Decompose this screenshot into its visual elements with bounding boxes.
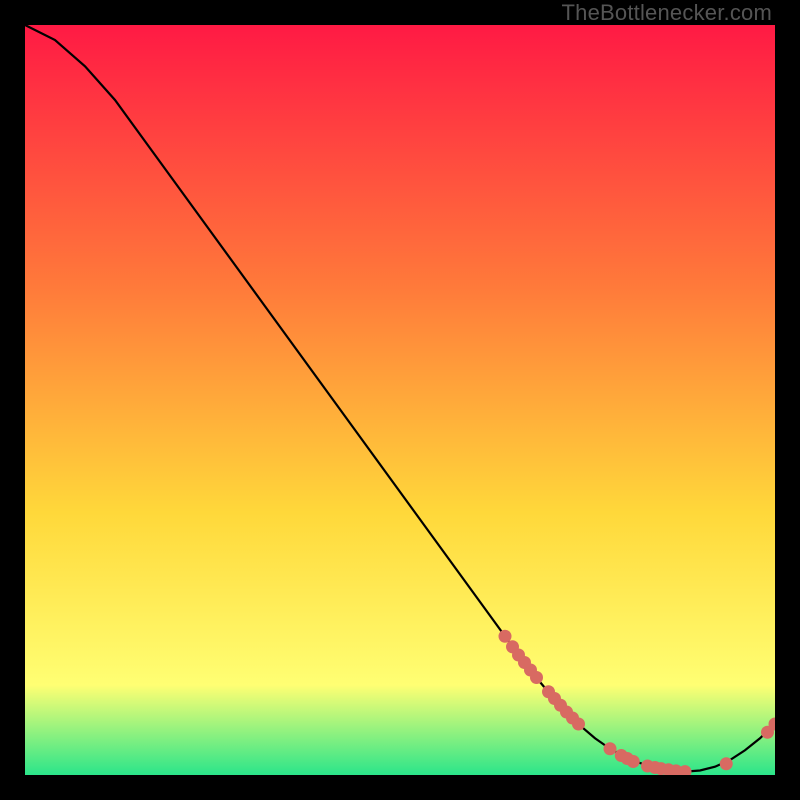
data-marker <box>720 757 733 770</box>
data-marker <box>627 755 640 768</box>
chart-frame <box>25 25 775 775</box>
gradient-background <box>25 25 775 775</box>
data-marker <box>572 718 585 731</box>
data-marker <box>530 671 543 684</box>
watermark-text: TheBottlenecker.com <box>562 0 772 26</box>
data-marker <box>604 742 617 755</box>
chart-plot <box>25 25 775 775</box>
data-marker <box>499 630 512 643</box>
